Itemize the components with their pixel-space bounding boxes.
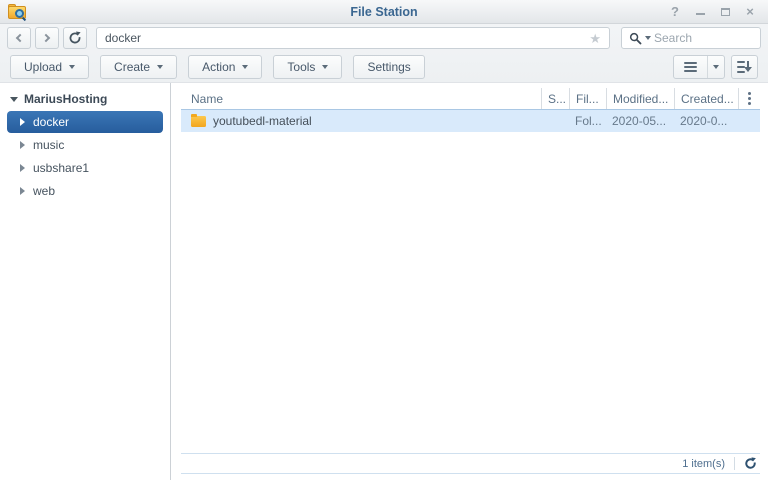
- search-icon: [629, 32, 642, 44]
- view-mode-split-button: [673, 55, 725, 79]
- sidebar-item-music[interactable]: music: [7, 134, 163, 156]
- column-header-name[interactable]: Name: [181, 88, 541, 109]
- triangle-right-icon[interactable]: [20, 164, 25, 172]
- sidebar-item-label: usbshare1: [33, 161, 90, 175]
- close-icon[interactable]: ×: [744, 4, 756, 19]
- search-input[interactable]: [654, 31, 734, 45]
- file-list-panel: Name S... Fil... Modified... Created... …: [171, 83, 768, 480]
- sidebar-root-marius-hosting[interactable]: MariusHosting: [0, 88, 170, 110]
- view-mode-caret-button[interactable]: [707, 56, 724, 78]
- back-button[interactable]: [7, 27, 31, 49]
- action-toolbar: Upload Create Action Tools Settings: [0, 52, 768, 82]
- sidebar-item-label: web: [33, 184, 56, 198]
- view-controls: [673, 55, 758, 79]
- view-mode-button[interactable]: [674, 56, 707, 78]
- chevron-down-icon: [713, 65, 719, 69]
- forward-button[interactable]: [35, 27, 59, 49]
- file-station-app-icon: [8, 4, 27, 22]
- status-divider: [734, 457, 735, 470]
- window-chrome: File Station ? × ★: [0, 0, 768, 83]
- triangle-down-icon[interactable]: [10, 96, 18, 102]
- triangle-right-icon[interactable]: [20, 187, 25, 195]
- item-count: 1 item(s): [682, 457, 725, 470]
- chevron-down-icon: [69, 65, 76, 69]
- search-options-caret-icon[interactable]: [645, 36, 651, 40]
- window-title: File Station: [350, 4, 418, 19]
- sidebar-item-label: docker: [33, 115, 70, 129]
- sort-button[interactable]: [731, 55, 758, 79]
- chevron-right-icon: [41, 33, 51, 43]
- list-view-icon: [684, 62, 697, 72]
- title-bar: File Station ? ×: [0, 0, 768, 24]
- path-input[interactable]: [105, 31, 590, 45]
- status-bar: 1 item(s): [181, 453, 760, 474]
- sidebar-item-docker[interactable]: docker: [7, 111, 163, 133]
- search-box[interactable]: [621, 27, 761, 49]
- file-row-youtubedl-material[interactable]: youtubedl-material Fol... 2020-05... 202…: [181, 110, 760, 132]
- file-type: Fol...: [575, 114, 602, 128]
- minimize-icon[interactable]: [694, 5, 706, 19]
- sidebar-item-label: music: [33, 138, 65, 152]
- file-size: [541, 110, 569, 132]
- column-settings-button[interactable]: [738, 88, 760, 109]
- upload-button[interactable]: Upload: [10, 55, 90, 79]
- column-header-modified[interactable]: Modified...: [606, 88, 674, 109]
- sidebar-item-usbshare1[interactable]: usbshare1: [7, 157, 163, 179]
- chevron-down-icon: [242, 65, 249, 69]
- triangle-right-icon[interactable]: [20, 118, 25, 126]
- content-area: MariusHosting docker music usbshare1 web…: [0, 83, 768, 480]
- sort-descending-icon: [737, 61, 752, 73]
- address-bar: ★: [0, 24, 768, 52]
- vertical-dots-icon: [748, 92, 751, 95]
- path-field[interactable]: ★: [96, 27, 610, 49]
- column-header-file-type[interactable]: Fil...: [569, 88, 606, 109]
- tools-button[interactable]: Tools: [273, 55, 343, 79]
- file-list-header: Name S... Fil... Modified... Created...: [181, 88, 760, 110]
- column-header-size[interactable]: S...: [541, 88, 569, 109]
- refresh-path-button[interactable]: [63, 27, 87, 49]
- empty-file-area: [181, 132, 760, 453]
- file-modified-date: 2020-05...: [612, 114, 667, 128]
- settings-button[interactable]: Settings: [353, 55, 425, 79]
- action-button[interactable]: Action: [188, 55, 263, 79]
- maximize-icon[interactable]: [719, 5, 731, 19]
- window-controls: ? ×: [669, 4, 768, 19]
- chevron-down-icon: [157, 65, 164, 69]
- file-name: youtubedl-material: [213, 114, 312, 128]
- folder-icon: [191, 113, 206, 127]
- sidebar-item-web[interactable]: web: [7, 180, 163, 202]
- chevron-left-icon: [15, 33, 25, 43]
- triangle-right-icon[interactable]: [20, 141, 25, 149]
- favorite-star-icon[interactable]: ★: [589, 32, 601, 45]
- column-header-created[interactable]: Created...: [674, 88, 738, 109]
- sidebar-root-label: MariusHosting: [24, 92, 108, 106]
- refresh-list-button[interactable]: [744, 457, 757, 470]
- refresh-icon: [69, 31, 81, 44]
- sidebar: MariusHosting docker music usbshare1 web: [0, 83, 171, 480]
- file-created-date: 2020-0...: [680, 114, 728, 128]
- chevron-down-icon: [322, 65, 329, 69]
- refresh-icon: [745, 457, 756, 469]
- create-button[interactable]: Create: [100, 55, 178, 79]
- help-icon[interactable]: ?: [669, 4, 681, 19]
